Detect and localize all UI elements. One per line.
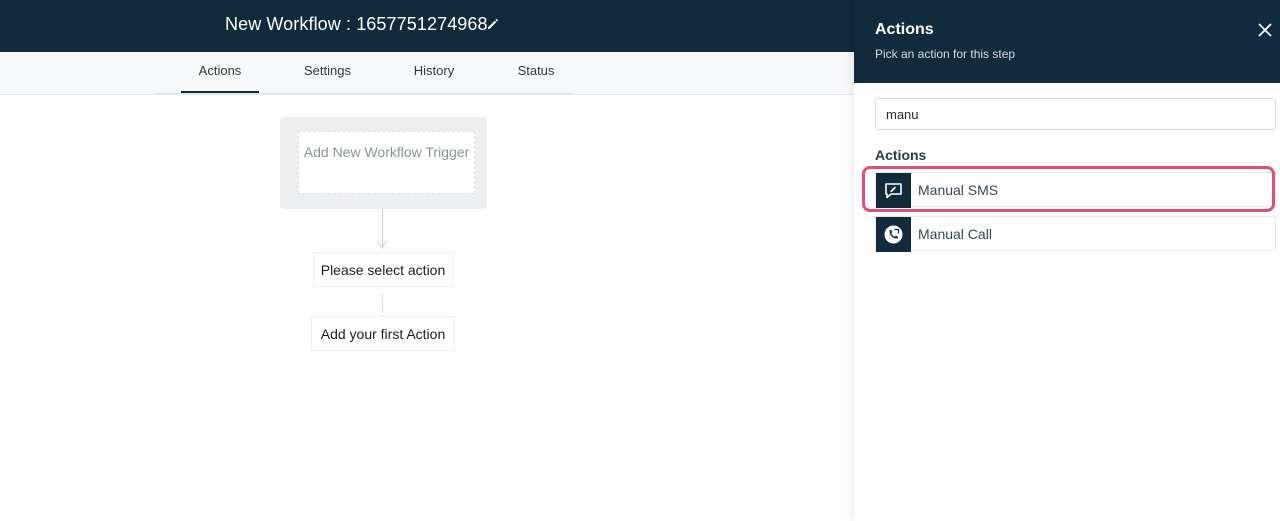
- arrow-down-icon: [376, 240, 388, 248]
- action-item-manual-call[interactable]: Manual Call: [875, 216, 1276, 252]
- tab-actions[interactable]: Actions: [181, 52, 259, 94]
- pencil-edit-icon[interactable]: [486, 17, 500, 31]
- close-icon[interactable]: [1257, 22, 1273, 38]
- tab-settings[interactable]: Settings: [290, 52, 365, 94]
- add-trigger-button[interactable]: Add New Workflow Trigger: [298, 131, 475, 194]
- action-item-manual-sms[interactable]: Manual SMS: [875, 172, 1276, 208]
- tabs-underline: [155, 93, 573, 94]
- action-item-label: Manual Call: [918, 226, 992, 242]
- actions-section-label: Actions: [875, 147, 927, 163]
- action-search-input[interactable]: [875, 98, 1276, 130]
- tab-history[interactable]: History: [400, 52, 468, 94]
- workflow-editor: New Workflow : 1657751274968 Actions Set…: [0, 0, 1280, 521]
- trigger-container: Add New Workflow Trigger: [280, 117, 487, 209]
- panel-title: Actions: [875, 21, 934, 38]
- tabs-bar: Actions Settings History Status: [0, 52, 854, 95]
- action-item-label: Manual SMS: [918, 182, 999, 198]
- add-first-action-button[interactable]: Add your first Action: [311, 316, 455, 351]
- select-action-node[interactable]: Please select action: [313, 252, 453, 287]
- panel-subtitle: Pick an action for this step: [875, 47, 1016, 61]
- tab-status[interactable]: Status: [500, 52, 572, 94]
- sms-edit-icon: [876, 173, 911, 208]
- actions-panel: Actions Pick an action for this step Act…: [854, 0, 1280, 521]
- panel-header: Actions Pick an action for this step: [854, 0, 1280, 83]
- workflow-title: New Workflow : 1657751274968: [225, 14, 488, 34]
- connector-dashed-line: [382, 294, 383, 318]
- phone-call-icon: [876, 217, 911, 252]
